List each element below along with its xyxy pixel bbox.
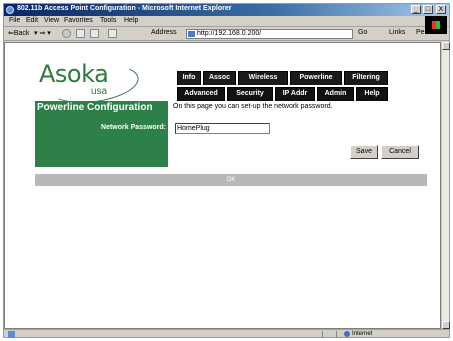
ie-icon — [6, 6, 14, 14]
status-divider — [322, 331, 323, 338]
form-label-panel: Network Password: — [35, 115, 168, 167]
stop-icon[interactable] — [62, 29, 71, 38]
tab-powerline[interactable]: Powerline — [290, 71, 342, 85]
address-label: Address — [151, 29, 177, 36]
forward-button[interactable]: ▾ ⇒ ▾ — [34, 29, 51, 37]
security-zone-label: Internet — [352, 331, 373, 337]
links-label[interactable]: Links — [389, 29, 405, 36]
save-button[interactable]: Save — [350, 145, 378, 159]
page-icon — [188, 31, 195, 37]
maximize-button[interactable]: □ — [423, 5, 433, 14]
menu-favorites[interactable]: Favorites — [64, 17, 93, 24]
menu-view[interactable]: View — [44, 17, 59, 24]
menu-bar: File Edit View Favorites Tools Help — [4, 16, 449, 27]
page-description: On this page you can set-up the network … — [173, 103, 333, 110]
vertical-scrollbar[interactable] — [441, 42, 450, 329]
person-link[interactable]: Person — [416, 29, 438, 36]
print-icon[interactable] — [108, 29, 117, 38]
menu-file[interactable]: File — [9, 17, 20, 24]
browser-window: 802.11b Access Point Configuration - Mic… — [3, 3, 450, 338]
status-divider — [336, 331, 337, 338]
close-button[interactable]: X — [436, 5, 446, 14]
logo-suffix: usa — [91, 86, 108, 97]
logo-brand: Asoka — [39, 60, 109, 88]
address-value: http://192.168.0.200/ — [197, 30, 262, 37]
cancel-button[interactable]: Cancel — [381, 145, 419, 159]
tab-help[interactable]: Help — [356, 87, 388, 101]
network-password-input[interactable]: HomePlug — [175, 123, 270, 134]
page-content: Asoka usa Info Assoc Wireless Powerline … — [4, 42, 441, 329]
menu-tools[interactable]: Tools — [100, 17, 116, 24]
scroll-up-button[interactable] — [442, 42, 450, 50]
go-button[interactable]: Go — [358, 29, 367, 36]
tab-admin[interactable]: Admin — [317, 87, 354, 101]
menu-edit[interactable]: Edit — [26, 17, 38, 24]
tab-security[interactable]: Security — [227, 87, 273, 101]
tab-assoc[interactable]: Assoc — [203, 71, 236, 85]
page-done-icon — [8, 331, 15, 338]
tab-advanced[interactable]: Advanced — [177, 87, 225, 101]
address-input[interactable]: http://192.168.0.200/ ▼ — [186, 29, 353, 39]
toolbar: ⇐Back ▾ ⇒ ▾ Address http://192.168.0.200… — [4, 27, 449, 41]
heading-ribbon: Powerline Configuration On this page you… — [35, 101, 427, 115]
window-title: 802.11b Access Point Configuration - Mic… — [17, 5, 232, 12]
network-password-label: Network Password: — [101, 124, 166, 131]
scroll-down-button[interactable] — [442, 321, 450, 329]
status-bar: OK — [35, 174, 427, 186]
home-icon[interactable] — [90, 29, 99, 38]
menu-help[interactable]: Help — [124, 17, 138, 24]
minimize-button[interactable]: _ — [411, 5, 421, 14]
title-bar: 802.11b Access Point Configuration - Mic… — [4, 4, 449, 16]
tab-info[interactable]: Info — [177, 71, 201, 85]
tab-wireless[interactable]: Wireless — [238, 71, 288, 85]
refresh-icon[interactable] — [76, 29, 85, 38]
tab-ip-addr[interactable]: IP Addr — [275, 87, 315, 101]
page-title: Powerline Configuration — [35, 101, 168, 115]
tab-filtering[interactable]: Filtering — [344, 71, 388, 85]
browser-status-bar: Internet — [4, 329, 449, 338]
internet-zone-icon — [344, 331, 350, 337]
back-button[interactable]: ⇐Back — [8, 29, 29, 37]
